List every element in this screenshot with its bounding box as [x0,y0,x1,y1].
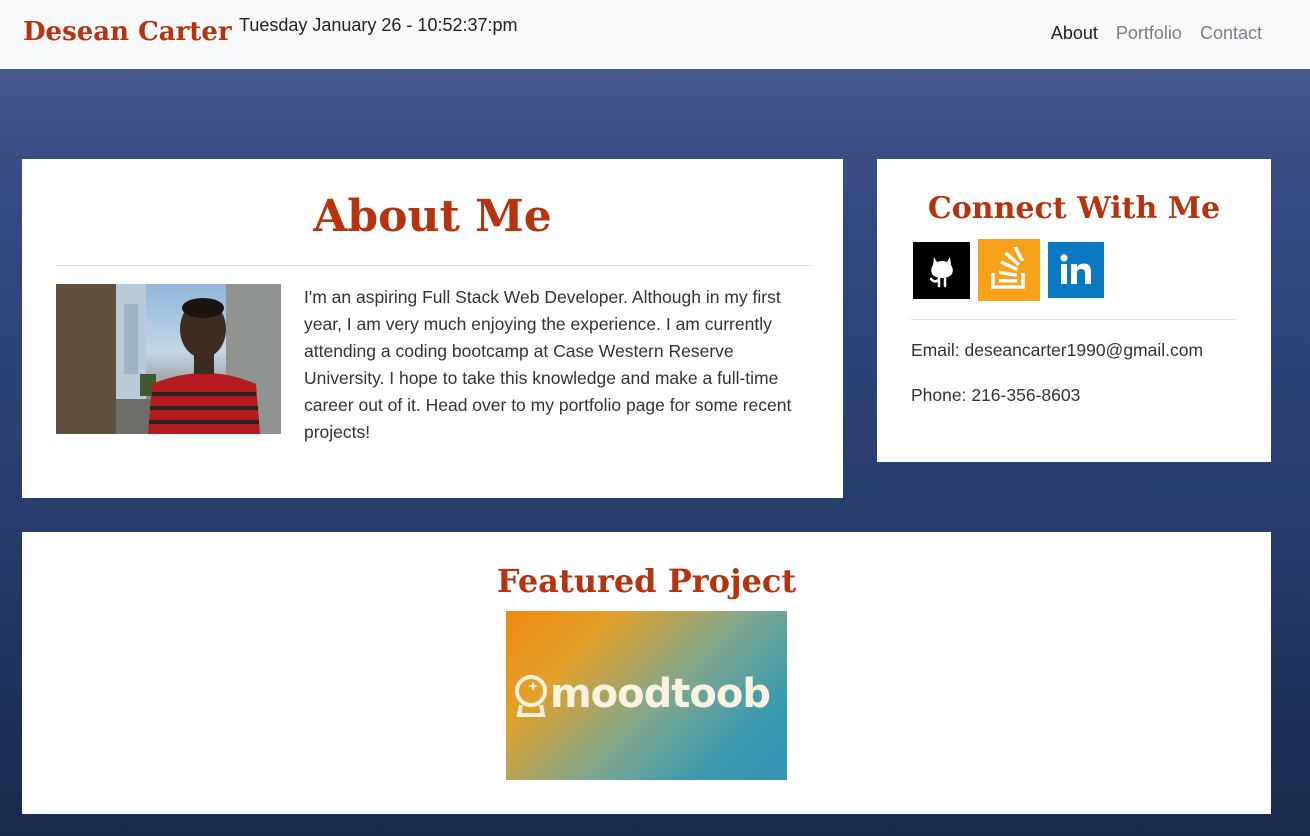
featured-card: Featured Project moodtoob [22,532,1271,814]
nav-link-about[interactable]: About [1051,23,1098,44]
nav-link-portfolio[interactable]: Portfolio [1116,23,1182,44]
about-divider [56,265,812,266]
github-link[interactable] [913,242,970,299]
navbar: Desean Carter Tuesday January 26 - 10:52… [0,0,1310,69]
current-date-time: Tuesday January 26 - 10:52:37:pm [239,15,518,35]
profile-photo [56,284,281,434]
github-icon [929,256,953,287]
project-logo-text: moodtoob [550,671,771,717]
brand-name[interactable]: Desean Carter [23,17,232,47]
contact-email: Email: deseancarter1990@gmail.com [911,340,1204,360]
nav-link-contact[interactable]: Contact [1200,23,1262,44]
nav-links: About Portfolio Contact [1051,23,1262,44]
connect-card: Connect With Me Email: deseancarter1990@… [877,159,1271,462]
connect-divider [911,319,1237,320]
contact-phone: Phone: 216-356-8603 [911,385,1081,405]
stackoverflow-icon [991,247,1025,289]
about-title: About Me [313,191,552,242]
featured-project-image[interactable]: moodtoob [506,611,787,780]
featured-title: Featured Project [496,562,797,600]
linkedin-link[interactable] [1048,242,1104,298]
stackoverflow-link[interactable] [978,239,1040,301]
linkedin-icon [1060,254,1091,284]
connect-title: Connect With Me [927,191,1221,226]
crystal-ball-icon [515,675,547,717]
about-card: About Me I'm an aspiring Full Stack Web … [22,159,843,498]
about-bio: I'm an aspiring Full Stack Web Developer… [304,287,792,442]
